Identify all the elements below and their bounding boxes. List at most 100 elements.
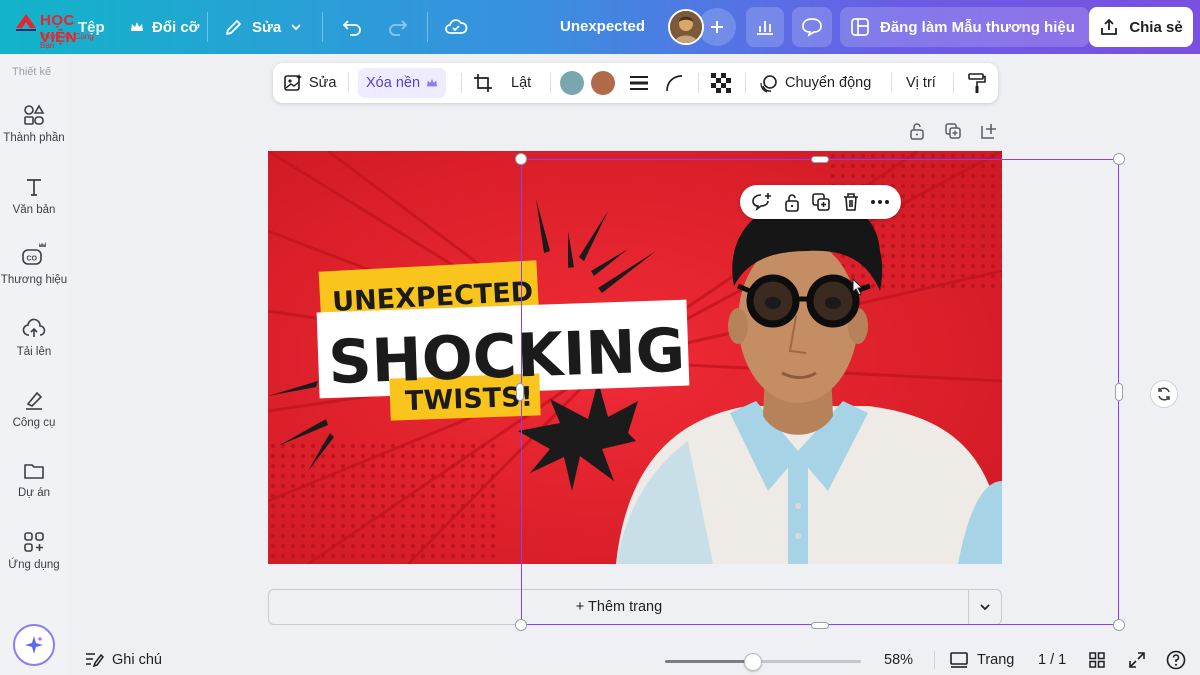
more-options-icon[interactable] (870, 199, 890, 205)
pages-button[interactable]: Trang (949, 645, 1014, 675)
zoom-slider[interactable] (665, 653, 861, 671)
animate-label: Chuyển động (785, 75, 872, 91)
corner-rounding-button[interactable] (665, 63, 683, 103)
sidebar-item-label: Ứng dụng (8, 559, 60, 571)
resize-handle-right[interactable] (1115, 383, 1123, 401)
sparkle-icon (25, 636, 43, 654)
share-button[interactable]: Chia sẻ (1089, 7, 1193, 47)
insights-button[interactable] (746, 7, 784, 47)
resize-handle-bottom-right[interactable] (1113, 619, 1125, 631)
crown-icon (131, 22, 143, 31)
corner-radius-icon (666, 75, 683, 92)
context-toolbar: Sửa Xóa nền Lật Chuyển động Vị trí (273, 63, 998, 103)
notes-label: Ghi chú (112, 652, 162, 668)
undo-icon (342, 20, 361, 36)
add-page-icon[interactable] (980, 122, 998, 140)
paint-roller-icon (968, 73, 986, 93)
sidebar-item-tools[interactable]: Công cụ (0, 389, 68, 429)
resize-handle-top[interactable] (811, 156, 829, 163)
undo-button[interactable] (341, 0, 363, 54)
edit-mode-button[interactable]: Sửa (224, 0, 303, 54)
copy-style-button[interactable] (967, 63, 987, 103)
trash-icon[interactable] (842, 192, 860, 212)
notes-icon (86, 653, 104, 668)
zoom-slider-handle[interactable] (744, 653, 763, 671)
divider (891, 73, 892, 93)
sidebar-item-label: Thương hiệu (0, 274, 68, 286)
bar-chart-icon (757, 21, 773, 35)
resize-handle-top-left[interactable] (515, 153, 527, 165)
sidebar-item-design-label[interactable]: Thiết kế (12, 66, 51, 78)
comments-button[interactable] (792, 7, 832, 47)
magic-assistant-button[interactable] (13, 624, 55, 666)
sidebar-item-label: Văn bản (12, 204, 56, 216)
animate-button[interactable]: Chuyển động (759, 63, 871, 103)
resize-handle-top-right[interactable] (1113, 153, 1125, 165)
unlock-icon[interactable] (908, 122, 926, 140)
color-swatch-teal[interactable] (560, 71, 584, 95)
rotate-handle[interactable] (1150, 380, 1178, 408)
image-edit-icon (284, 74, 302, 91)
redo-icon (389, 20, 408, 36)
mouse-cursor-icon (852, 278, 864, 296)
resize-handle-left[interactable] (516, 383, 524, 401)
crown-icon (427, 78, 438, 87)
edit-image-button[interactable]: Sửa (283, 63, 336, 103)
flip-button[interactable]: Lật (511, 63, 531, 103)
document-title[interactable]: Unexpected (560, 0, 645, 54)
avatar-image (670, 11, 702, 43)
flip-label: Lật (511, 75, 532, 91)
sidebar-item-apps[interactable]: Ứng dụng (0, 531, 68, 571)
resize-handle-bottom[interactable] (811, 622, 829, 629)
divider (427, 12, 428, 42)
divider (953, 73, 954, 93)
help-icon (1166, 650, 1186, 670)
divider (934, 651, 935, 669)
duplicate-page-icon[interactable] (944, 122, 962, 140)
sidebar-item-text[interactable]: Văn bản (0, 176, 68, 216)
add-page-label: + Thêm trang (575, 599, 663, 615)
comment-icon (802, 18, 822, 37)
help-button[interactable] (1166, 645, 1186, 675)
text-icon (27, 179, 41, 196)
sidebar-item-brand[interactable]: CO Thương hiệu (0, 240, 68, 286)
unlock-icon[interactable] (783, 192, 801, 212)
sidebar-item-uploads[interactable]: Tải lên (0, 318, 68, 358)
logo-icon (16, 14, 36, 31)
border-style-button[interactable] (629, 63, 649, 103)
redo-button[interactable] (387, 0, 409, 54)
upload-icon (22, 318, 46, 337)
sidebar-item-projects[interactable]: Dự án (0, 461, 68, 499)
resize-button[interactable]: Đổi cỡ (130, 0, 199, 54)
zoom-level[interactable]: 58% (884, 645, 913, 675)
add-page-options-button[interactable] (968, 590, 1001, 624)
chevron-down-icon (980, 604, 990, 611)
avatar[interactable] (668, 9, 704, 45)
add-page-button[interactable]: + Thêm trang (269, 590, 969, 624)
page-counter: 1 / 1 (1038, 645, 1066, 675)
fullscreen-button[interactable] (1128, 645, 1146, 675)
background-remover-button[interactable]: Xóa nền (358, 68, 447, 98)
divider (461, 73, 462, 93)
animate-icon (760, 75, 777, 93)
duplicate-icon[interactable] (811, 192, 831, 212)
divider (745, 73, 746, 93)
crop-button[interactable] (473, 63, 493, 103)
transparency-button[interactable] (711, 63, 731, 103)
resize-label: Đổi cỡ (152, 18, 200, 36)
add-comment-icon[interactable] (751, 192, 773, 212)
zoom-level-value: 58% (884, 652, 914, 668)
save-status-button[interactable] (444, 0, 468, 54)
grid-view-button[interactable] (1088, 645, 1106, 675)
color-swatch-brown[interactable] (591, 71, 615, 95)
brand-template-button[interactable]: Đăng làm Mẫu thương hiệu (840, 7, 1089, 47)
notes-button[interactable]: Ghi chú (84, 645, 162, 675)
template-icon (851, 18, 869, 36)
cloud-check-icon (445, 19, 468, 34)
file-menu[interactable]: Tệp (78, 0, 105, 54)
position-button[interactable]: Vị trí (906, 63, 936, 103)
sidebar-item-elements[interactable]: Thành phần (0, 104, 68, 144)
crop-icon (474, 74, 492, 92)
resize-handle-bottom-left[interactable] (515, 619, 527, 631)
left-sidebar: Thiết kế Thành phần Văn bản CO Thương hi… (0, 54, 68, 675)
